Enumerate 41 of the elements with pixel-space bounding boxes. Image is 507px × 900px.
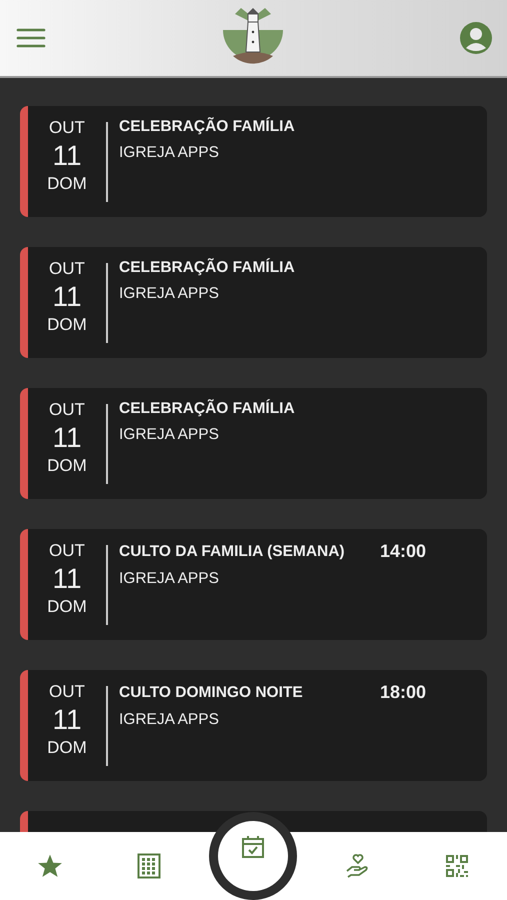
event-title: CULTO DA FAMILIA (SEMANA): [119, 542, 346, 560]
event-organizer: IGREJA APPS: [119, 570, 220, 588]
event-card[interactable]: OUT 11 DOM CULTO DA FAMILIA (SEMANA) 14:00 IGREJA APPS: [20, 529, 487, 640]
event-title: CELEBRAÇÃO FAMÍLIA: [119, 118, 296, 136]
event-organizer: IGREJA APPS: [119, 426, 220, 444]
event-month: OUT: [49, 118, 85, 138]
event-day: 11: [52, 138, 82, 174]
event-month: OUT: [49, 682, 85, 702]
event-day: 11: [52, 702, 82, 738]
event-card[interactable]: OUT 11 DOM CELEBRAÇÃO FAMÍLIA IGREJA APPS: [20, 388, 487, 499]
event-card[interactable]: OUT 11 DOM CULTO DOMINGO NOITE 18:00 IGREJA APPS: [20, 670, 487, 781]
event-month: OUT: [49, 400, 85, 420]
event-weekday: DOM: [47, 597, 87, 617]
event-organizer: IGREJA APPS: [119, 285, 220, 303]
event-time: 18:00: [380, 682, 426, 703]
user-icon: [459, 21, 493, 55]
event-day: 11: [52, 279, 82, 315]
star-icon: [36, 853, 63, 879]
event-card[interactable]: OUT 11 DOM CELEBRAÇÃO FAMÍLIA IGREJA APPS: [20, 247, 487, 358]
qr-code-icon: [445, 854, 470, 878]
event-card[interactable]: OUT 11 DOM CELEBRAÇÃO FAMÍLIA IGREJA APPS: [20, 106, 487, 217]
event-title: CELEBRAÇÃO FAMÍLIA: [119, 400, 296, 418]
event-month: OUT: [49, 259, 85, 279]
event-title: CELEBRAÇÃO FAMÍLIA: [119, 259, 296, 277]
event-organizer: IGREJA APPS: [119, 144, 220, 162]
calendar-check-icon: [241, 835, 266, 859]
event-organizer: IGREJA APPS: [119, 711, 220, 729]
building-icon: [137, 853, 162, 879]
event-day: 11: [52, 561, 82, 597]
event-month: OUT: [49, 541, 85, 561]
event-weekday: DOM: [47, 456, 87, 476]
event-time: 14:00: [380, 541, 426, 562]
event-title: CULTO DOMINGO NOITE: [119, 684, 304, 702]
event-weekday: DOM: [47, 738, 87, 758]
nav-tab[interactable]: [218, 821, 288, 891]
profile-button[interactable]: [459, 21, 493, 55]
event-weekday: DOM: [47, 174, 87, 194]
menu-icon: [16, 28, 46, 48]
event-day: 11: [52, 420, 82, 456]
menu-button[interactable]: [16, 28, 46, 48]
event-weekday: DOM: [47, 315, 87, 335]
